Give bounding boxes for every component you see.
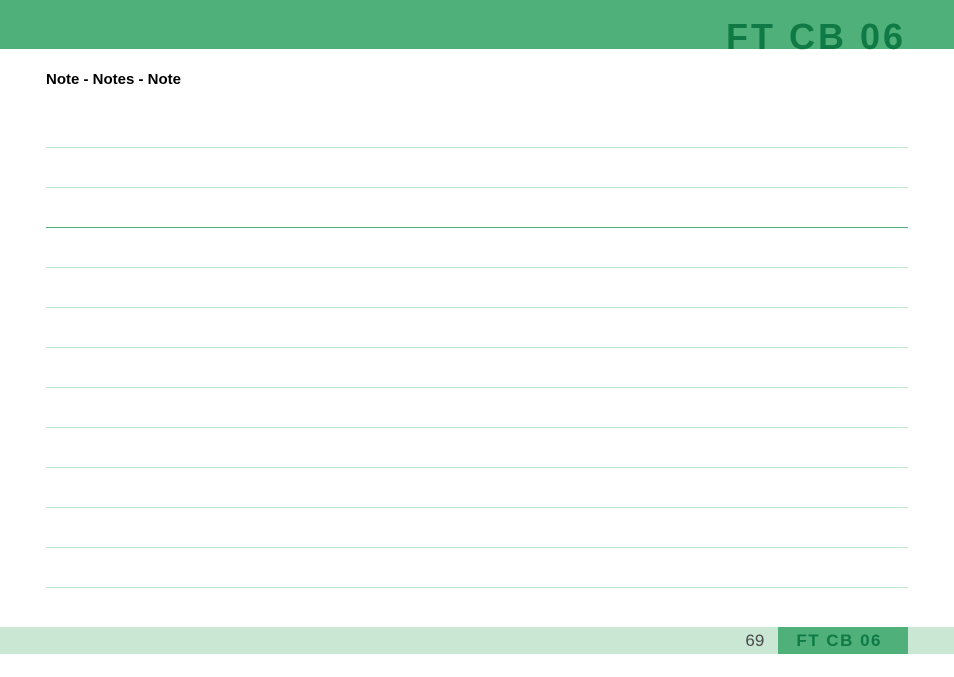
rule-line bbox=[46, 308, 908, 348]
rule-line bbox=[46, 348, 908, 388]
rule-line bbox=[46, 228, 908, 268]
rule-line bbox=[46, 508, 908, 548]
rule-line bbox=[46, 108, 908, 148]
footer-bar: 69 FT CB 06 bbox=[0, 627, 954, 654]
rule-line bbox=[46, 188, 908, 228]
ruled-lines bbox=[46, 108, 908, 588]
rule-line bbox=[46, 388, 908, 428]
footer-tab: FT CB 06 bbox=[778, 627, 908, 654]
page-number: 69 bbox=[745, 631, 764, 651]
footer-tab-label: FT CB 06 bbox=[796, 631, 882, 651]
rule-line bbox=[46, 428, 908, 468]
rule-line bbox=[46, 548, 908, 588]
rule-line bbox=[46, 468, 908, 508]
rule-line bbox=[46, 268, 908, 308]
rule-line bbox=[46, 148, 908, 188]
notes-heading: Note - Notes - Note bbox=[46, 71, 908, 88]
page-content: Note - Notes - Note bbox=[0, 49, 954, 588]
header-bar: FT CB 06 bbox=[0, 2, 954, 49]
